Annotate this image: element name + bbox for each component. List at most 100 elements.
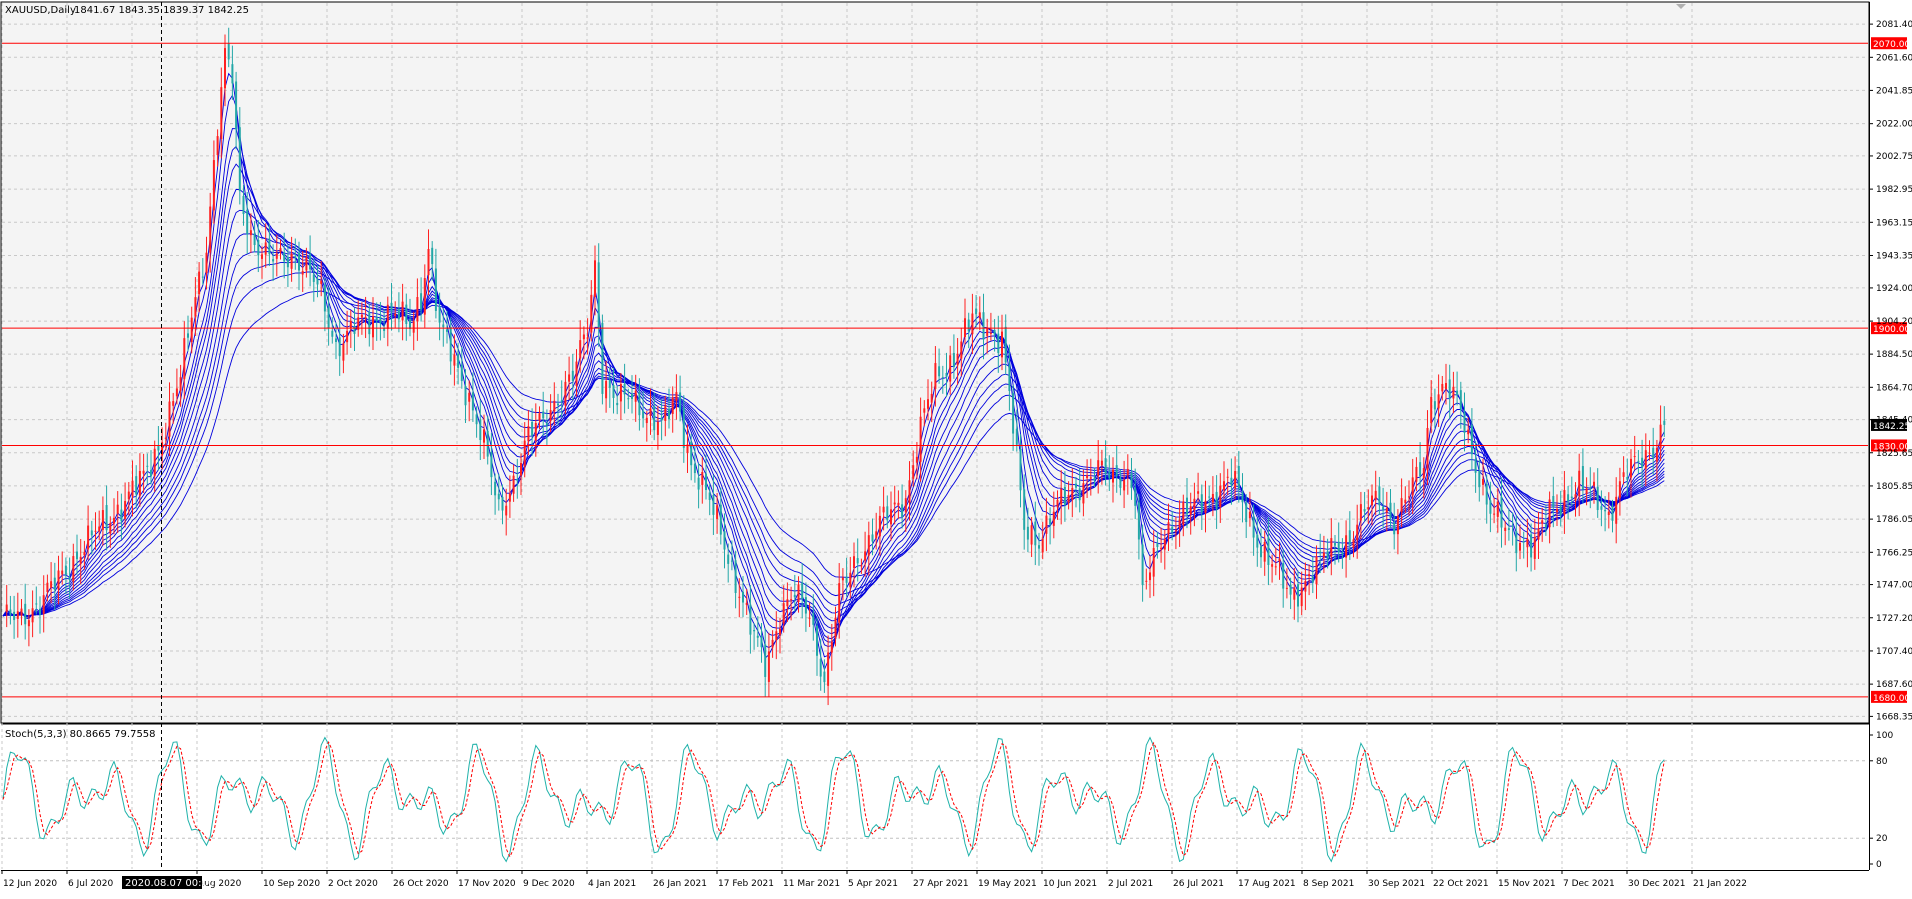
candle-body <box>1607 511 1610 515</box>
candle-body <box>1474 458 1477 473</box>
candle-body <box>1063 486 1066 505</box>
candle-body <box>346 330 349 343</box>
candle-body <box>272 259 275 262</box>
stoch-tick-label: 100 <box>1876 731 1893 741</box>
candle-body <box>216 136 219 156</box>
candle-body <box>1315 556 1318 585</box>
chart-window[interactable]: 2070.00 1900.00 1830.00 1680.00 100 80 20 0 20… <box>0 0 1912 895</box>
candle-body <box>764 644 767 677</box>
candle-body <box>1056 499 1059 508</box>
candle-body <box>483 429 485 443</box>
y-tick-label: 1825.65 <box>1876 449 1912 459</box>
candle-body <box>1426 427 1429 471</box>
candle-body <box>782 603 785 624</box>
candle-body <box>557 403 559 406</box>
y-tick-label: 1924.00 <box>1876 284 1912 294</box>
candle-body <box>808 617 811 619</box>
candle-body <box>1489 500 1492 514</box>
candle-body <box>564 381 567 406</box>
candle-body <box>305 257 308 271</box>
candle-body <box>194 297 197 317</box>
candle-body <box>138 470 141 496</box>
candle-body <box>190 317 193 343</box>
candle-body <box>1630 458 1632 478</box>
price-chart-svg[interactable]: 2070.001900.001830.001680.00 10080200 20… <box>0 0 1912 895</box>
candle-body <box>693 463 696 474</box>
candle-body <box>1593 481 1595 486</box>
candle-body <box>1618 481 1621 498</box>
candle-body <box>1082 483 1085 504</box>
candle-body <box>64 565 67 575</box>
candle-body <box>719 504 722 535</box>
candle-body <box>264 242 267 255</box>
candle-body <box>1160 547 1163 550</box>
candle-body <box>1163 539 1166 550</box>
candle-body <box>1241 492 1244 503</box>
candle-body <box>738 596 741 598</box>
candle-body <box>767 651 770 682</box>
candle-body <box>1337 541 1340 553</box>
candle-body <box>83 551 86 556</box>
candle-body <box>1104 458 1107 474</box>
x-tick-label: 10 Jun 2021 <box>1043 879 1097 889</box>
candle-body <box>834 617 837 638</box>
candle-body <box>150 470 152 477</box>
candle-body <box>375 317 378 322</box>
candle-body <box>1552 495 1555 508</box>
candle-body <box>109 523 112 534</box>
candle-body <box>1570 496 1573 499</box>
candle-body <box>1045 515 1048 534</box>
candle-body <box>457 353 460 368</box>
candle-body <box>501 496 504 511</box>
candle-body <box>1411 477 1414 496</box>
candle-body <box>538 413 541 421</box>
candle-body <box>105 505 108 531</box>
candle-body <box>142 470 145 474</box>
candle-body <box>671 397 674 415</box>
candle-body <box>1274 566 1277 568</box>
candle-body <box>257 239 260 256</box>
candle-body <box>301 271 304 275</box>
candle-body <box>1633 456 1636 458</box>
level-price-tag: 2070.00 <box>1871 37 1910 50</box>
candle-body <box>1400 498 1403 513</box>
candle-body <box>986 328 989 336</box>
candle-body <box>1530 534 1533 558</box>
candle-body <box>1019 449 1022 491</box>
candle-body <box>523 440 526 467</box>
price-axis: 2081.40 2061.60 2041.85 2022.00 2002.75 1982.… <box>1869 20 1912 722</box>
candle-body <box>989 332 992 334</box>
y-tick-label: 1943.35 <box>1876 251 1912 261</box>
candle-body <box>349 321 352 329</box>
candle-body <box>1186 497 1188 515</box>
y-tick-label: 1747.00 <box>1876 581 1912 591</box>
x-tick-label: 7 Dec 2021 <box>1563 879 1615 889</box>
candle-body <box>904 498 907 513</box>
candle-body <box>1156 543 1159 548</box>
candle-body <box>1648 452 1651 454</box>
candle-body <box>1193 498 1196 510</box>
candle-body <box>120 509 123 522</box>
candle-body <box>786 599 789 607</box>
candle-body <box>1211 493 1214 503</box>
candle-body <box>1252 516 1255 538</box>
candle-body <box>1326 551 1329 560</box>
candle-body <box>1345 535 1348 558</box>
candle-body <box>464 386 467 406</box>
candle-body <box>1500 496 1503 528</box>
stoch-d-line <box>2 740 1665 858</box>
candle-body <box>312 274 315 282</box>
candle-body <box>368 311 371 335</box>
candle-body <box>1385 507 1388 513</box>
candle-body <box>853 556 855 569</box>
stoch-tick-label: 80 <box>1876 757 1888 767</box>
candle-body <box>1389 502 1392 519</box>
candle-body <box>168 401 171 437</box>
candle-body <box>1334 543 1336 546</box>
candle-body <box>1430 396 1433 424</box>
candle-body <box>930 393 933 403</box>
y-tick-label: 2061.60 <box>1876 53 1912 63</box>
candle-body <box>1515 531 1518 554</box>
candle-body <box>952 352 955 368</box>
candle-body <box>1433 401 1436 410</box>
